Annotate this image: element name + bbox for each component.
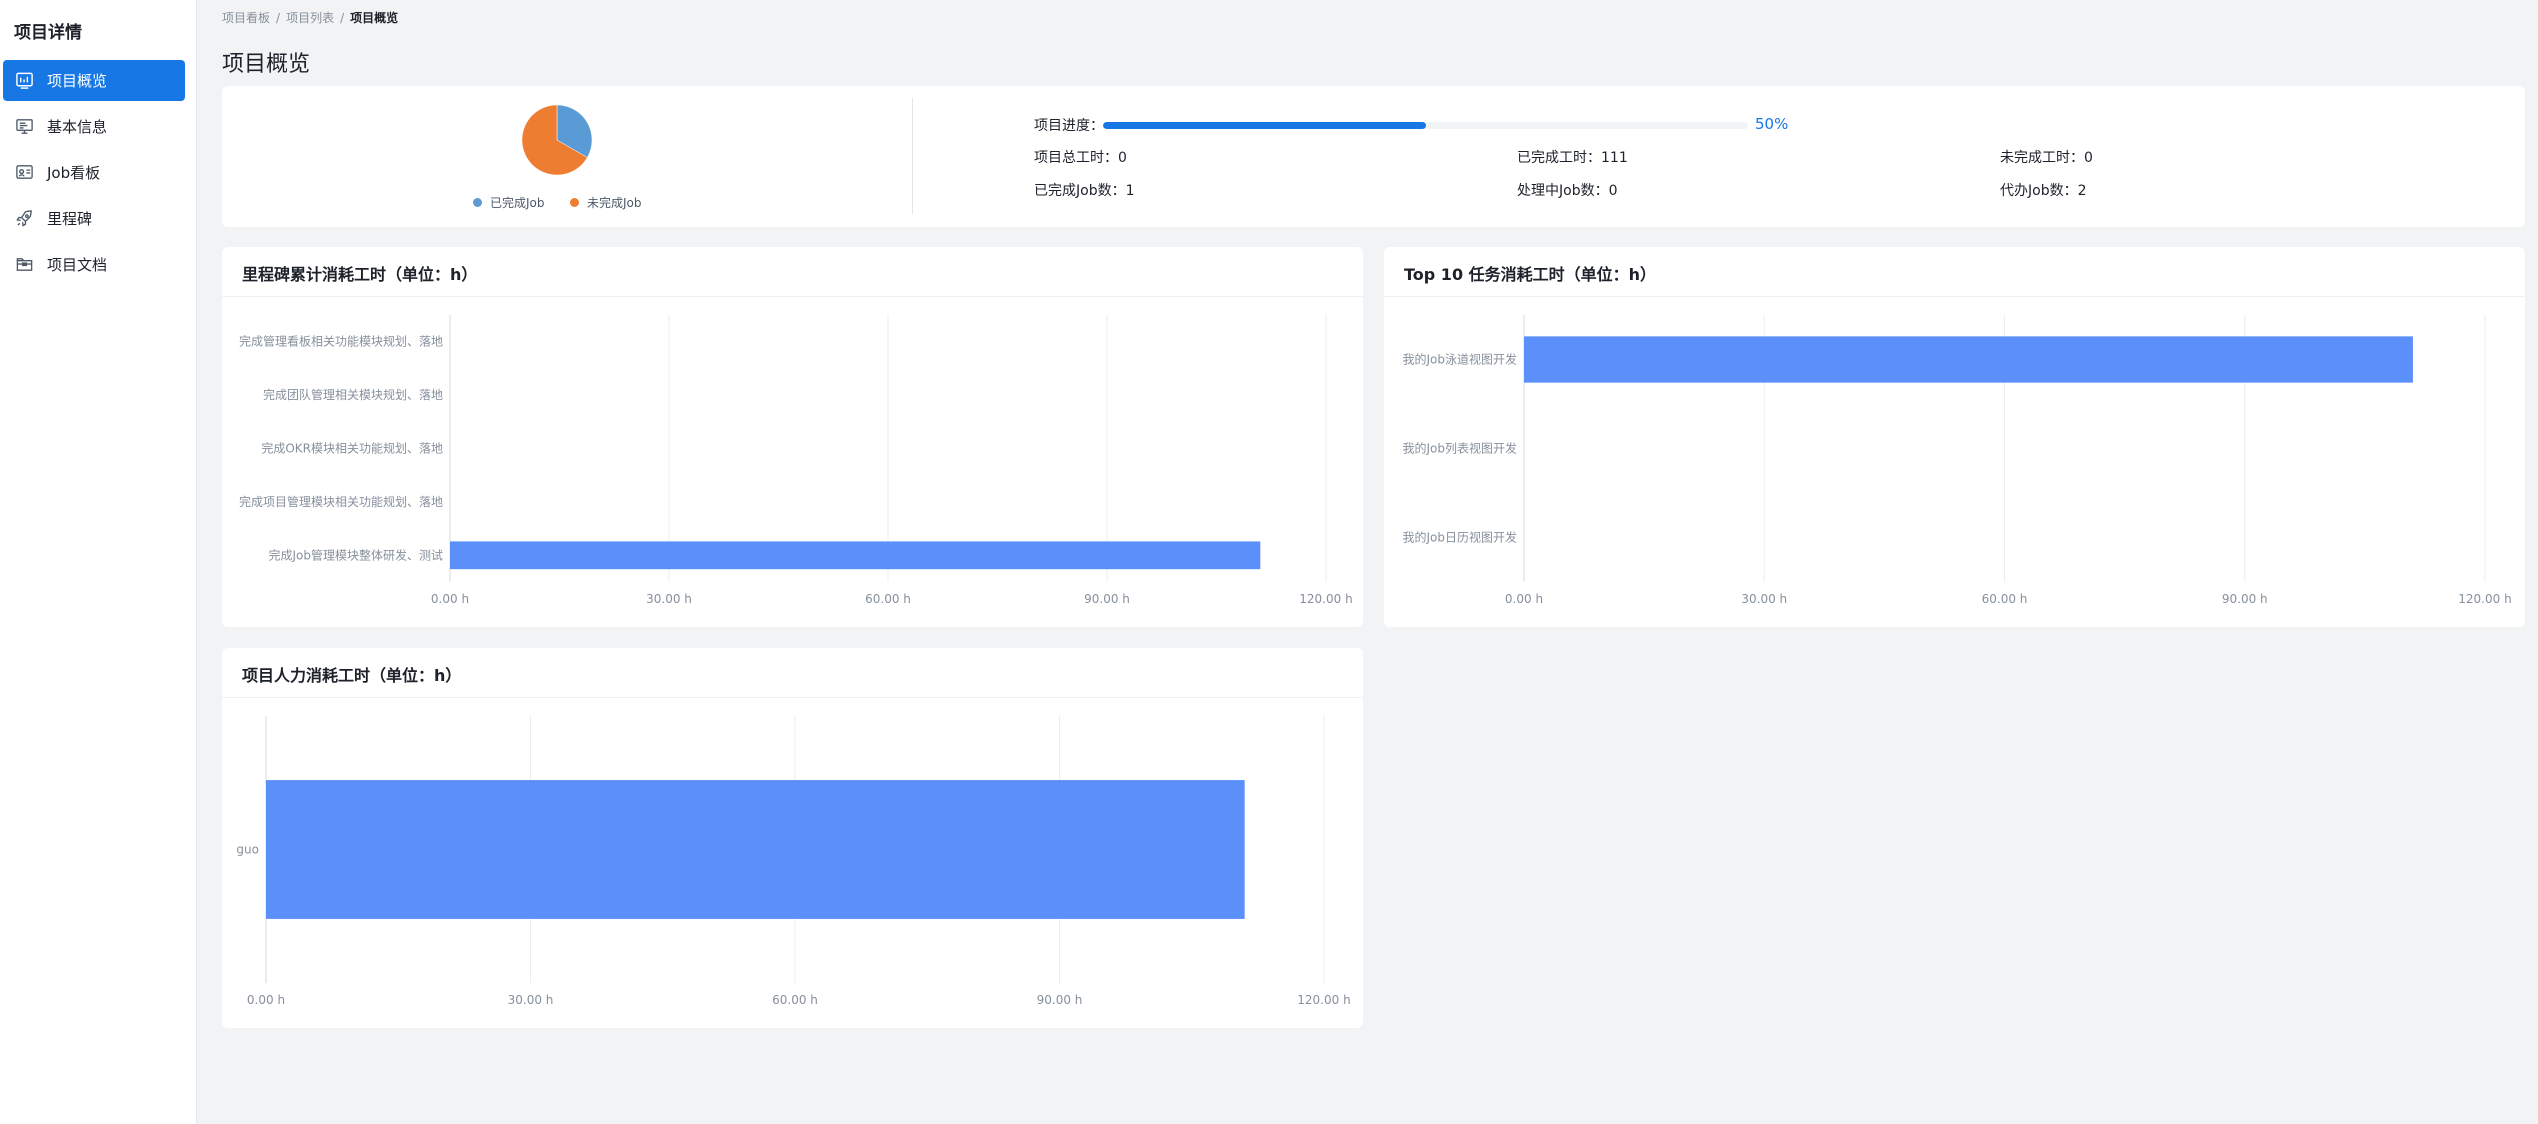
dashboard-icon — [14, 71, 34, 91]
x-tick-label: 120.00 h — [1297, 993, 1350, 1007]
stat-todo-jobs: 代办Job数：2 — [2000, 183, 2087, 199]
x-tick-label: 0.00 h — [247, 993, 285, 1007]
breadcrumb-separator: / — [276, 11, 281, 25]
stat-doing-jobs: 处理中Job数：0 — [1517, 183, 1618, 199]
overview-card: 已完成Job 未完成Job 项目进度： 50% 项目总工时：0 已完成工时：11… — [222, 86, 2525, 227]
kanban-icon — [14, 163, 34, 183]
x-tick-label: 60.00 h — [772, 993, 818, 1007]
breadcrumb-item-board[interactable]: 项目看板 — [222, 11, 270, 25]
card-title: 项目人力消耗工时（单位：h） — [242, 666, 462, 685]
sidebar: 项目详情 项目概览 基本信息 Job看板 里程碑 项目文档 — [0, 0, 197, 1124]
rocket-icon — [14, 209, 34, 229]
milestone-hours-card: 里程碑累计消耗工时（单位：h） 0.00 h 30.00 h 60.00 h 90.0… — [222, 247, 1363, 627]
bar[interactable] — [266, 780, 1245, 919]
legend-item-done[interactable]: 已完成Job — [473, 194, 545, 211]
divider — [912, 98, 913, 214]
sidebar-item-milestone[interactable]: 里程碑 — [3, 198, 185, 239]
legend-label: 未完成Job — [587, 196, 642, 210]
y-category-label: 我的Job日历视图开发 — [1403, 530, 1518, 545]
sidebar-item-basic-info[interactable]: 基本信息 — [3, 106, 185, 147]
y-category-label: 完成项目管理模块相关功能规划、落地 — [239, 494, 443, 509]
y-category-label: 完成Job管理模块整体研发、测试 — [269, 547, 444, 562]
breadcrumb-item-current: 项目概览 — [350, 11, 399, 25]
y-category-label: guo — [236, 843, 259, 857]
people-hours-bar-chart: 0.00 h 30.00 h 60.00 h 90.00 h 120.00 h guo — [236, 716, 1351, 1007]
y-category-label: 我的Job列表视图开发 — [1403, 441, 1518, 456]
x-tick-label: 90.00 h — [2222, 592, 2268, 606]
x-tick-label: 30.00 h — [646, 592, 692, 606]
stat-done-jobs: 已完成Job数：1 — [1034, 183, 1135, 199]
sidebar-item-docs[interactable]: 项目文档 — [3, 244, 185, 285]
breadcrumb-separator: / — [340, 11, 345, 25]
stat-done-hours: 已完成工时：111 — [1517, 150, 1628, 166]
x-tick-label: 0.00 h — [1505, 592, 1543, 606]
y-category-label: 完成管理看板相关功能模块规划、落地 — [239, 334, 443, 349]
stat-total-hours: 项目总工时：0 — [1034, 150, 1127, 166]
x-tick-label: 30.00 h — [508, 993, 554, 1007]
breadcrumb: 项目看板 / 项目列表 / 项目概览 — [222, 9, 404, 26]
job-status-pie-chart — [521, 104, 593, 176]
sidebar-title: 项目详情 — [14, 23, 82, 43]
bar[interactable] — [450, 541, 1261, 570]
legend-label: 已完成Job — [490, 196, 545, 210]
sidebar-item-label: 基本信息 — [47, 118, 108, 136]
card-title: Top 10 任务消耗工时（单位：h） — [1404, 265, 1657, 284]
progress-percent: 50% — [1755, 115, 1789, 133]
people-hours-card: 项目人力消耗工时（单位：h） 0.00 h 30.00 h 60.00 h 90.00… — [222, 648, 1363, 1028]
x-tick-label: 90.00 h — [1084, 592, 1130, 606]
y-category-label: 完成OKR模块相关功能规划、落地 — [261, 441, 443, 456]
folder-icon — [14, 255, 34, 275]
x-tick-label: 0.00 h — [431, 592, 469, 606]
card-header: 项目人力消耗工时（单位：h） — [222, 648, 1363, 698]
legend-dot — [570, 198, 579, 207]
x-tick-label: 60.00 h — [1982, 592, 2028, 606]
card-title: 里程碑累计消耗工时（单位：h） — [242, 265, 478, 284]
top10-tasks-card: Top 10 任务消耗工时（单位：h） 0.00 h 30.00 h 60.00 h… — [1384, 247, 2525, 627]
progress-label: 项目进度： — [1034, 118, 1104, 134]
sidebar-item-job-board[interactable]: Job看板 — [3, 152, 185, 193]
legend-dot — [473, 198, 482, 207]
x-tick-label: 30.00 h — [1741, 592, 1787, 606]
x-tick-label: 60.00 h — [865, 592, 911, 606]
sidebar-item-label: 项目文档 — [47, 256, 108, 274]
x-tick-label: 90.00 h — [1037, 993, 1083, 1007]
y-category-label: 我的Job泳道视图开发 — [1403, 352, 1518, 367]
sidebar-item-label: 项目概览 — [47, 72, 108, 90]
sidebar-item-overview[interactable]: 项目概览 — [3, 60, 185, 101]
progress-bar — [1103, 122, 1748, 129]
legend-item-undone[interactable]: 未完成Job — [570, 194, 642, 211]
bar[interactable] — [1524, 336, 2413, 383]
breadcrumb-item-list[interactable]: 项目列表 — [286, 11, 334, 25]
y-category-label: 完成团队管理相关模块规划、落地 — [263, 387, 443, 402]
sidebar-item-label: 里程碑 — [47, 210, 93, 228]
stat-undone-hours: 未完成工时：0 — [2000, 150, 2093, 166]
progress-bar-fill — [1103, 122, 1426, 129]
card-header: Top 10 任务消耗工时（单位：h） — [1384, 247, 2525, 297]
x-tick-label: 120.00 h — [2458, 592, 2511, 606]
page-title: 项目概览 — [222, 52, 311, 77]
x-tick-label: 120.00 h — [1299, 592, 1352, 606]
sidebar-item-label: Job看板 — [47, 164, 101, 182]
top10-tasks-bar-chart: 0.00 h 30.00 h 60.00 h 90.00 h 120.00 h 我的Job… — [1403, 315, 2512, 606]
info-monitor-icon — [14, 117, 34, 137]
card-header: 里程碑累计消耗工时（单位：h） — [222, 247, 1363, 297]
milestone-hours-bar-chart: 0.00 h 30.00 h 60.00 h 90.00 h 120.00 h 完成管理看… — [239, 315, 1353, 606]
